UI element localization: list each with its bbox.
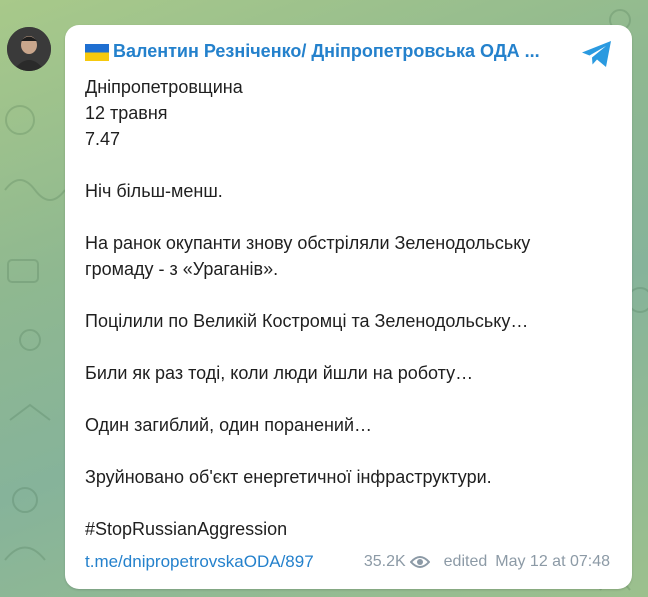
message-header: Валентин Резніченко/ Дніпропетровська ОД… bbox=[85, 41, 576, 62]
post-link[interactable]: t.me/dnipropetrovskaODA/897 bbox=[85, 552, 314, 572]
avatar[interactable] bbox=[7, 27, 51, 71]
avatar-portrait bbox=[7, 27, 51, 71]
text-line: Зруйновано об'єкт енергетичної інфрастру… bbox=[85, 467, 492, 487]
ukraine-flag-icon bbox=[85, 44, 109, 61]
eye-icon bbox=[409, 556, 430, 568]
text-line: Били як раз тоді, коли люди йшли на робо… bbox=[85, 363, 474, 383]
message-bubble: Валентин Резніченко/ Дніпропетровська ОД… bbox=[65, 25, 632, 589]
text-line: 7.47 bbox=[85, 129, 121, 149]
view-count: 35.2K bbox=[363, 553, 406, 570]
message-text: Дніпропетровщина 12 травня 7.47 Ніч біль… bbox=[85, 74, 612, 542]
text-line: На ранок окупанти знову обстріляли Зелен… bbox=[85, 233, 531, 253]
channel-title[interactable]: Валентин Резніченко/ Дніпропетровська ОД… bbox=[113, 41, 540, 62]
telegram-icon bbox=[582, 41, 611, 67]
text-line: громаду - з «Ураганів». bbox=[85, 259, 279, 279]
text-line: Один загиблий, один поранений… bbox=[85, 415, 372, 435]
message-footer: t.me/dnipropetrovskaODA/897 35.2K edited… bbox=[85, 550, 610, 574]
text-line: Дніпропетровщина bbox=[85, 77, 243, 97]
timestamp: May 12 at 07:48 bbox=[495, 553, 610, 570]
edited-label: edited bbox=[443, 553, 488, 570]
hashtag[interactable]: #StopRussianAggression bbox=[85, 516, 612, 542]
message-meta: 35.2K edited May 12 at 07:48 bbox=[364, 553, 610, 571]
telegram-share-button[interactable] bbox=[580, 39, 614, 69]
text-line: Ніч більш-менш. bbox=[85, 181, 223, 201]
text-line: 12 травня bbox=[85, 103, 168, 123]
text-line: Поцілили по Великій Костромці та Зеленод… bbox=[85, 311, 529, 331]
